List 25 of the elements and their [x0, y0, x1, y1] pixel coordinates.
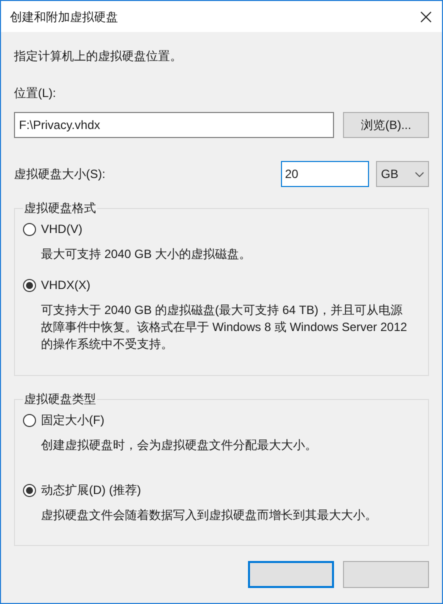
- radio-button[interactable]: [23, 222, 36, 236]
- size-field[interactable]: 20: [281, 161, 369, 187]
- size-label: 虚拟硬盘大小(S):: [14, 166, 106, 182]
- option-description: 可支持大于 2040 GB 的虚拟磁盘(最大可支持 64 TB)，并且可从电源故障事件中恢复。该格式在早于 Windows 8 或 Windows Server 2012 的操作系统中不受支持。: [41, 302, 408, 353]
- group-title: 虚拟硬盘类型: [23, 391, 97, 407]
- option-description: 最大可支持 2040 GB 大小的虚拟磁盘。: [41, 246, 252, 263]
- location-label: 位置(L):: [14, 85, 57, 101]
- radio-label[interactable]: 固定大小(F): [41, 412, 104, 428]
- radio-button[interactable]: [23, 278, 36, 292]
- radio-label[interactable]: 动态扩展(D) (推荐): [41, 482, 141, 498]
- instruction-text: 指定计算机上的虚拟硬盘位置。: [14, 48, 183, 64]
- radio-button[interactable]: [23, 484, 36, 496]
- close-icon[interactable]: [420, 10, 432, 22]
- group-title: 虚拟硬盘格式: [23, 200, 97, 216]
- window-title: 创建和附加虚拟硬盘: [10, 8, 118, 26]
- chevron-down-icon: [415, 172, 424, 176]
- radio-label[interactable]: VHD(V): [41, 221, 82, 237]
- radio-button[interactable]: [23, 414, 36, 426]
- radio-label[interactable]: VHDX(X): [41, 277, 90, 293]
- option-description: 虚拟硬盘文件会随着数据写入到虚拟硬盘而增长到其最大大小。: [41, 507, 378, 524]
- unit-dropdown[interactable]: GB: [376, 161, 429, 187]
- location-field[interactable]: F:\Privacy.vhdx: [14, 112, 334, 138]
- option-description: 创建虚拟硬盘时，会为虚拟硬盘文件分配最大大小。: [41, 437, 318, 454]
- dialog-button[interactable]: [248, 561, 334, 588]
- browse-button[interactable]: 浏览(B)...: [343, 112, 429, 138]
